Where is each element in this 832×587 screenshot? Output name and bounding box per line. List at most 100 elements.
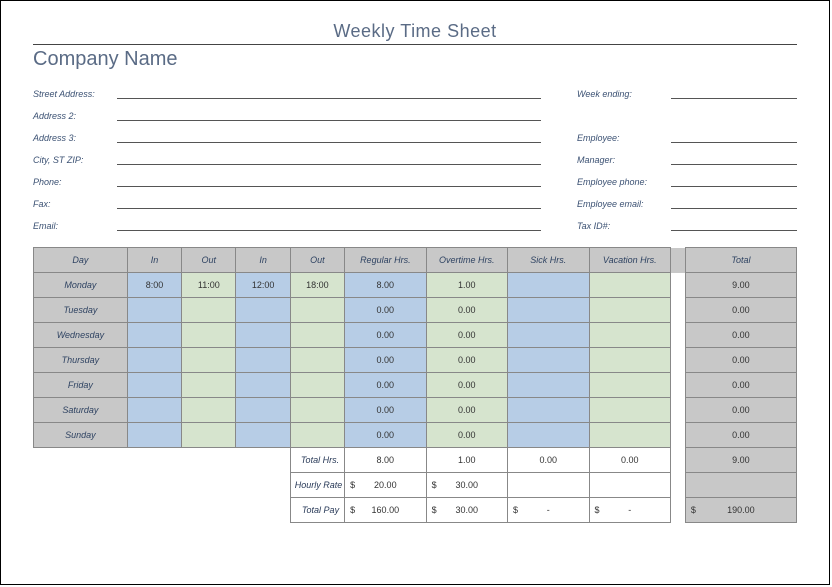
col-total: Total [685, 248, 796, 273]
time-in1[interactable] [127, 298, 181, 323]
field-input-line[interactable] [671, 152, 797, 165]
field-input-line[interactable] [117, 152, 541, 165]
sick-hrs[interactable] [508, 323, 589, 348]
vac-hrs[interactable] [589, 323, 670, 348]
time-in1[interactable] [127, 323, 181, 348]
field-input-line[interactable] [117, 108, 541, 121]
rate-ot[interactable]: $30.00 [426, 473, 507, 498]
field-input-line[interactable] [117, 86, 541, 99]
field-input-line[interactable] [117, 130, 541, 143]
pay-total: $190.00 [685, 498, 796, 523]
vac-hrs[interactable] [589, 423, 670, 448]
time-out1[interactable] [182, 423, 236, 448]
reg-hrs: 0.00 [345, 423, 426, 448]
vac-hrs[interactable] [589, 273, 670, 298]
rate-vac[interactable] [589, 473, 670, 498]
time-in2[interactable] [236, 348, 290, 373]
field-label: Address 2: [33, 111, 117, 121]
vac-hrs[interactable] [589, 373, 670, 398]
row-total: 0.00 [685, 323, 796, 348]
total-sick: 0.00 [508, 448, 589, 473]
pay-label: Total Pay [290, 498, 344, 523]
sick-hrs[interactable] [508, 348, 589, 373]
time-in1[interactable]: 8:00 [127, 273, 181, 298]
reg-hrs: 0.00 [345, 398, 426, 423]
time-out1[interactable] [182, 398, 236, 423]
field-input-line[interactable] [671, 174, 797, 187]
time-out1[interactable] [182, 348, 236, 373]
field-input-line[interactable] [117, 218, 541, 231]
sick-hrs[interactable] [508, 273, 589, 298]
row-total: 0.00 [685, 398, 796, 423]
sick-hrs[interactable] [508, 398, 589, 423]
rate-row: Hourly Rate $20.00 $30.00 [34, 473, 797, 498]
time-out1[interactable] [182, 298, 236, 323]
time-out2[interactable] [290, 323, 344, 348]
title-rule [33, 44, 797, 45]
time-in1[interactable] [127, 348, 181, 373]
field-label: Email: [33, 221, 117, 231]
field-input-line[interactable] [117, 196, 541, 209]
ot-hrs: 0.00 [426, 373, 507, 398]
col-reg: Regular Hrs. [345, 248, 426, 273]
col-day: Day [34, 248, 128, 273]
field-input-line[interactable] [671, 196, 797, 209]
table-row: Sunday0.000.000.00 [34, 423, 797, 448]
table-row: Monday8:0011:0012:0018:008.001.009.00 [34, 273, 797, 298]
time-in1[interactable] [127, 373, 181, 398]
page-title: Weekly Time Sheet [33, 21, 797, 44]
field-label: Employee: [577, 133, 671, 143]
time-in2[interactable] [236, 298, 290, 323]
company-name: Company Name [33, 48, 797, 71]
sick-hrs[interactable] [508, 423, 589, 448]
ot-hrs: 0.00 [426, 348, 507, 373]
timesheet-table: Day In Out In Out Regular Hrs. Overtime … [33, 247, 797, 523]
field-input-line[interactable] [671, 86, 797, 99]
field-input-line[interactable] [117, 174, 541, 187]
vac-hrs[interactable] [589, 298, 670, 323]
reg-hrs: 0.00 [345, 323, 426, 348]
field-label: Street Address: [33, 89, 117, 99]
time-in2[interactable]: 12:00 [236, 273, 290, 298]
rate-sick[interactable] [508, 473, 589, 498]
rate-label: Hourly Rate [290, 473, 344, 498]
row-total: 0.00 [685, 348, 796, 373]
total-reg: 8.00 [345, 448, 426, 473]
reg-hrs: 0.00 [345, 373, 426, 398]
time-in1[interactable] [127, 398, 181, 423]
time-out2[interactable] [290, 398, 344, 423]
col-in1: In [127, 248, 181, 273]
rate-reg[interactable]: $20.00 [345, 473, 426, 498]
field-label: Phone: [33, 177, 117, 187]
time-in2[interactable] [236, 398, 290, 423]
day-cell: Friday [34, 373, 128, 398]
sick-hrs[interactable] [508, 373, 589, 398]
vac-hrs[interactable] [589, 348, 670, 373]
vac-hrs[interactable] [589, 398, 670, 423]
pay-vac: $- [589, 498, 670, 523]
ot-hrs: 0.00 [426, 423, 507, 448]
time-out2[interactable]: 18:00 [290, 273, 344, 298]
time-out2[interactable] [290, 423, 344, 448]
time-in2[interactable] [236, 373, 290, 398]
total-hrs-label: Total Hrs. [290, 448, 344, 473]
pay-sick: $- [508, 498, 589, 523]
table-row: Wednesday0.000.000.00 [34, 323, 797, 348]
time-in2[interactable] [236, 323, 290, 348]
time-out1[interactable]: 11:00 [182, 273, 236, 298]
sick-hrs[interactable] [508, 298, 589, 323]
table-row: Thursday0.000.000.00 [34, 348, 797, 373]
time-in1[interactable] [127, 423, 181, 448]
time-out2[interactable] [290, 373, 344, 398]
time-in2[interactable] [236, 423, 290, 448]
day-cell: Tuesday [34, 298, 128, 323]
header-row: Day In Out In Out Regular Hrs. Overtime … [34, 248, 797, 273]
time-out2[interactable] [290, 348, 344, 373]
time-out2[interactable] [290, 298, 344, 323]
time-out1[interactable] [182, 373, 236, 398]
field-input-line[interactable] [671, 218, 797, 231]
field-label: Tax ID#: [577, 221, 671, 231]
time-out1[interactable] [182, 323, 236, 348]
table-row: Tuesday0.000.000.00 [34, 298, 797, 323]
field-input-line[interactable] [671, 130, 797, 143]
